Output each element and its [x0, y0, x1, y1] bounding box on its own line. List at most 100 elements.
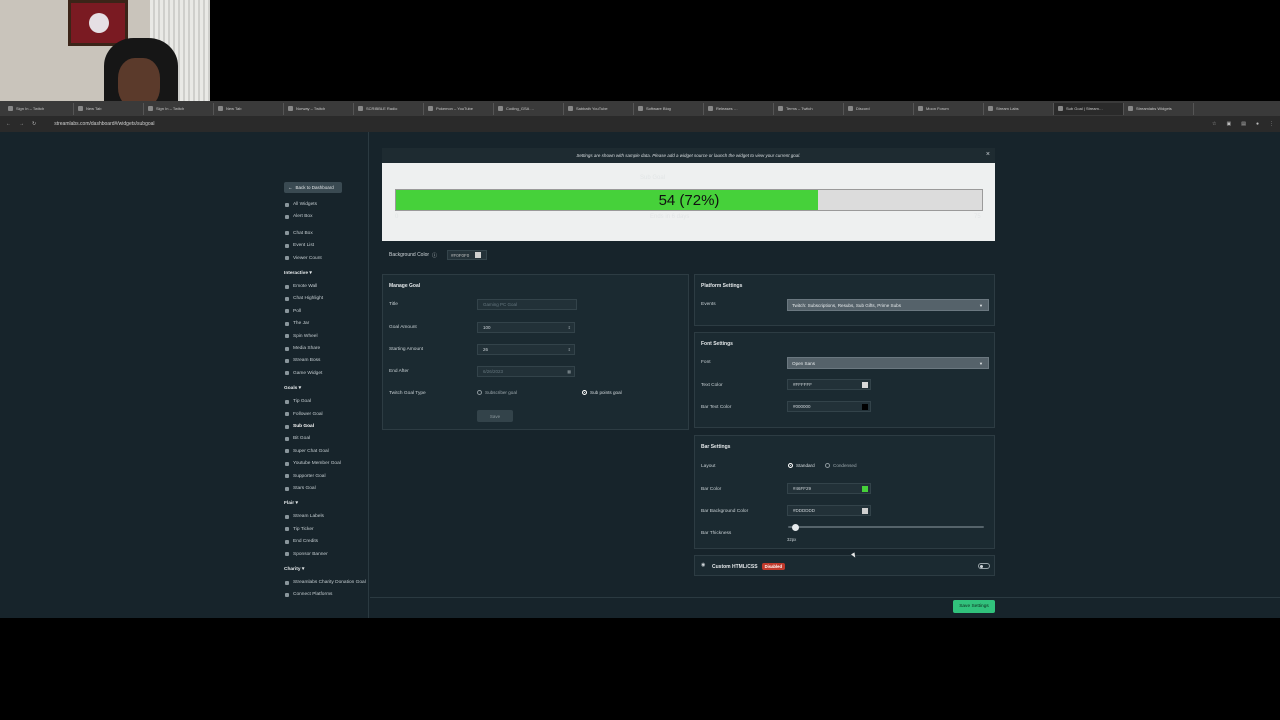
bar-color-swatch[interactable] — [862, 486, 868, 492]
browser-tab[interactable]: Pokemon – YouTube — [424, 102, 494, 115]
layout-condensed-radio[interactable]: Condensed — [825, 463, 857, 468]
stepper-icon[interactable]: ⇕ — [568, 347, 571, 352]
custom-css-toggle[interactable] — [978, 563, 990, 569]
save-goal-button[interactable]: Save — [477, 410, 513, 422]
browser-tab[interactable]: Software Blog — [634, 102, 704, 115]
bar-settings-title: Bar Settings — [701, 444, 731, 450]
url-field[interactable]: streamlabs.com/dashboard#/widgets/subgoa… — [54, 121, 154, 127]
browser-tab[interactable]: Stream Labs — [984, 102, 1054, 115]
tab-favicon-icon — [778, 106, 783, 111]
back-to-dashboard-button[interactable]: ← Back to Dashboard — [284, 182, 342, 193]
stepper-icon[interactable]: ⇕ — [568, 325, 571, 330]
sub-points-goal-radio[interactable]: Sub points goal — [582, 390, 622, 395]
text-color-input[interactable]: #FFFFFF — [787, 379, 871, 390]
sidebar-item[interactable]: Stars Goal — [285, 486, 316, 491]
sidebar-item[interactable]: End Credits — [285, 539, 318, 544]
background-color-input[interactable]: #F0F0F0 — [447, 250, 488, 260]
browser-tab[interactable]: Sign In – Twitch — [144, 102, 214, 115]
back-arrow-icon[interactable]: ← — [6, 121, 11, 127]
bar-thickness-slider[interactable] — [788, 526, 984, 528]
widget-icon — [285, 399, 289, 404]
profile-icon[interactable]: ● — [1256, 121, 1259, 127]
sidebar-item[interactable]: Event List — [285, 243, 314, 248]
browser-tab[interactable]: New Tab — [74, 102, 144, 115]
subscriber-goal-radio[interactable]: Subscriber goal — [477, 390, 517, 395]
sidebar-item[interactable]: Chat Highlight — [285, 296, 323, 301]
sidebar-item[interactable]: Follower Goal — [285, 412, 323, 417]
bar-color-label: Bar Color — [701, 487, 722, 492]
events-select[interactable]: Twitch: Subscriptions, Resubs, Sub Gifts… — [787, 299, 989, 311]
widget-icon — [285, 592, 289, 597]
sidebar-item[interactable]: Stream Boss — [285, 358, 320, 363]
sidebar-item[interactable]: Streamlabs Charity Donation Goal — [285, 580, 366, 585]
person-face — [118, 58, 160, 101]
sidebar-item[interactable]: Tip Goal — [285, 399, 311, 404]
close-icon[interactable]: × — [986, 151, 990, 158]
bar-color-input[interactable]: #46FF29 — [787, 483, 871, 494]
calendar-icon[interactable]: ▦ — [567, 369, 571, 374]
bar-text-color-input[interactable]: #000000 — [787, 401, 871, 412]
sidebar-section-header[interactable]: Charity ▾ — [284, 567, 304, 572]
sidebar-item[interactable]: Super Chat Goal — [285, 449, 329, 454]
browser-tab[interactable]: Sub Goal | Stream… — [1054, 102, 1124, 115]
goal-amount-input[interactable]: 100 ⇕ — [477, 322, 575, 333]
sidebar-section-header[interactable]: Flair ▾ — [284, 501, 298, 506]
menu-icon[interactable]: ⋮ — [1269, 121, 1274, 127]
sidebar-item[interactable]: The Jar — [285, 321, 309, 326]
browser-tab[interactable]: Releases … — [704, 102, 774, 115]
tab-favicon-icon — [78, 106, 83, 111]
sidebar-item[interactable]: Viewer Count — [285, 256, 322, 261]
text-color-swatch[interactable] — [862, 382, 868, 388]
bar-bg-color-label: Bar Background Color — [701, 509, 749, 514]
background-color-swatch[interactable] — [475, 252, 482, 258]
sidebar-item[interactable]: Sub Goal — [285, 424, 314, 429]
sidebar-item[interactable]: Youtube Member Goal — [285, 461, 341, 466]
title-input[interactable]: Gaming PC Goal — [477, 299, 577, 310]
browser-tab[interactable]: SCRIBBLE Radio — [354, 102, 424, 115]
browser-tab[interactable]: Moon Forum — [914, 102, 984, 115]
starting-amount-input[interactable]: 26 ⇕ — [477, 344, 575, 355]
browser-tab[interactable]: New Tab — [214, 102, 284, 115]
browser-tab[interactable]: Coding_GSA … — [494, 102, 564, 115]
star-icon[interactable]: ☆ — [1212, 121, 1216, 127]
save-settings-button[interactable]: Save Settings — [953, 600, 995, 613]
sidebar-item[interactable]: Game Widget — [285, 371, 322, 376]
sidebar-item[interactable]: Media Share — [285, 346, 320, 351]
sidebar-item[interactable]: Poll — [285, 309, 301, 314]
sidebar-toggle-icon[interactable]: ▤ — [1241, 121, 1246, 127]
sidebar-item[interactable]: Chat Box — [285, 231, 313, 236]
sidebar-item[interactable]: Bit Goal — [285, 436, 310, 441]
bar-thickness-label: Bar Thickness — [701, 531, 732, 536]
title-label: Title — [389, 302, 398, 307]
layout-standard-radio[interactable]: Standard — [788, 463, 815, 468]
browser-tab[interactable]: Norway – Twitch — [284, 102, 354, 115]
widget-icon — [285, 580, 289, 585]
goal-preview: Settings are shown with sample data. Ple… — [382, 148, 995, 241]
sidebar-item[interactable]: Sponsor Banner — [285, 552, 328, 557]
sidebar-item[interactable]: Alert Box — [285, 214, 312, 219]
sidebar-item[interactable]: Spin Wheel — [285, 334, 318, 339]
sidebar-item[interactable]: Stream Labels — [285, 514, 324, 519]
bar-bg-color-swatch[interactable] — [862, 508, 868, 514]
streamlabs-page: ← Back to Dashboard All Widgets Alert Box… — [0, 132, 1280, 618]
sidebar-item[interactable]: Connect Platforms — [285, 592, 332, 597]
extensions-icon[interactable]: ▣ — [1227, 121, 1232, 127]
font-select[interactable]: Open Sans ▼ — [787, 357, 989, 369]
sidebar-section-header[interactable]: Goals ▾ — [284, 386, 301, 391]
end-after-input[interactable]: 6/26/2023 ▦ — [477, 366, 575, 377]
forward-arrow-icon[interactable]: → — [19, 121, 24, 127]
browser-tab[interactable]: Sabbath YouTube — [564, 102, 634, 115]
sidebar-item[interactable]: Emote Wall — [285, 284, 317, 289]
bar-thickness-slider-handle[interactable] — [791, 524, 799, 531]
sidebar-section-header[interactable]: Interactive ▾ — [284, 271, 312, 276]
sidebar-item[interactable]: All Widgets — [285, 202, 317, 207]
reload-icon[interactable]: ↻ — [32, 121, 36, 127]
bar-bg-color-input[interactable]: #DDDDDD — [787, 505, 871, 516]
sidebar-item[interactable]: Supporter Goal — [285, 474, 326, 479]
browser-tab[interactable]: Sign In – Twitch — [4, 102, 74, 115]
browser-tab[interactable]: Discord — [844, 102, 914, 115]
sidebar-item[interactable]: Tip Ticker — [285, 527, 314, 532]
bar-text-color-swatch[interactable] — [862, 404, 868, 410]
browser-tab[interactable]: Terms – Twitch — [774, 102, 844, 115]
browser-tab[interactable]: Streamlabs Widgets — [1124, 102, 1194, 115]
